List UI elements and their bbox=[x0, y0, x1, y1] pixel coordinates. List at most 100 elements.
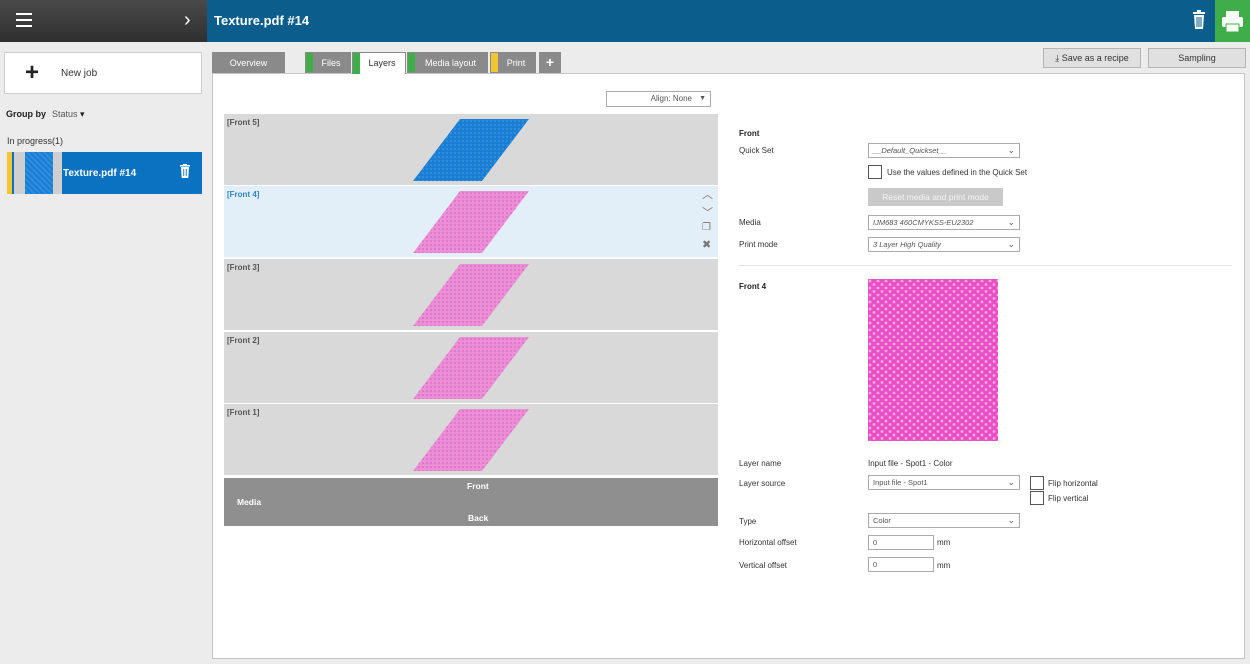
tab-media-layout[interactable]: Media layout bbox=[407, 52, 488, 73]
tab-overview[interactable]: Overview bbox=[212, 52, 285, 73]
vertical-offset-unit: mm bbox=[937, 561, 951, 570]
hamburger-menu-icon[interactable] bbox=[16, 13, 32, 27]
group-by-label: Group by bbox=[6, 109, 46, 119]
media-row[interactable]: Front Media Back bbox=[224, 478, 718, 526]
layer-preview-image bbox=[868, 279, 998, 441]
layer-row-front-2[interactable]: [Front 2] bbox=[224, 332, 718, 404]
print-button[interactable] bbox=[1215, 0, 1250, 42]
quick-set-dropdown[interactable]: __Default_Quickset__ ⌄ bbox=[868, 143, 1020, 158]
horizontal-offset-unit: mm bbox=[937, 538, 951, 547]
type-value: Color bbox=[873, 516, 891, 525]
print-mode-value: 3 Layer High Quality bbox=[873, 240, 941, 249]
tab-label: Media layout bbox=[424, 58, 477, 68]
horizontal-offset-input[interactable]: 0 bbox=[868, 535, 934, 550]
reset-media-button[interactable]: Reset media and print mode bbox=[868, 188, 1003, 206]
chevron-down-icon: ⌄ bbox=[1007, 515, 1015, 525]
tab-label: Files bbox=[321, 58, 341, 68]
status-marker bbox=[408, 53, 415, 72]
page-title: Texture.pdf #14 bbox=[214, 13, 310, 28]
job-sidebar: + New job Group by Status ▾ In progress(1… bbox=[0, 42, 207, 664]
layer-section-heading: Front 4 bbox=[739, 282, 767, 291]
tab-layers[interactable]: Layers bbox=[352, 52, 406, 74]
duplicate-icon[interactable]: ❐ bbox=[702, 222, 711, 233]
tab-label: Overview bbox=[229, 58, 268, 68]
delete-job-icon[interactable] bbox=[1190, 10, 1208, 30]
layer-thumbnail bbox=[413, 119, 529, 181]
sampling-label: Sampling bbox=[1178, 53, 1216, 63]
job-name: Texture.pdf #14 bbox=[63, 168, 137, 179]
move-down-icon[interactable]: ﹀ bbox=[702, 204, 713, 220]
layer-name: [Front 2] bbox=[227, 336, 260, 345]
job-list-item[interactable]: Texture.pdf #14 bbox=[7, 152, 202, 194]
layer-row-front-5[interactable]: [Front 5] bbox=[224, 114, 718, 186]
move-up-icon[interactable]: ︿ bbox=[702, 186, 713, 202]
group-by-value[interactable]: Status bbox=[52, 109, 78, 119]
use-quickset-values-checkbox[interactable] bbox=[868, 165, 882, 179]
quick-set-value: __Default_Quickset__ bbox=[873, 146, 947, 155]
layer-row-front-1[interactable]: [Front 1] bbox=[224, 404, 718, 476]
status-stripe bbox=[7, 152, 12, 194]
layer-thumbnail bbox=[413, 264, 529, 326]
horizontal-offset-value: 0 bbox=[873, 538, 878, 547]
section-divider bbox=[738, 265, 1232, 266]
trash-icon[interactable] bbox=[179, 164, 191, 178]
media-field-label: Media bbox=[739, 218, 761, 227]
media-value: IJM683 460CMYKSS-EU2302 bbox=[873, 218, 974, 227]
layer-row-front-3[interactable]: [Front 3] bbox=[224, 259, 718, 331]
horizontal-offset-label: Horizontal offset bbox=[739, 538, 797, 547]
print-mode-dropdown[interactable]: 3 Layer High Quality ⌄ bbox=[868, 237, 1020, 252]
type-label: Type bbox=[739, 517, 757, 526]
layer-name-label: Layer name bbox=[739, 459, 782, 468]
print-mode-label: Print mode bbox=[739, 240, 778, 249]
chevron-down-icon: ▾ bbox=[77, 109, 85, 119]
tab-label: Layers bbox=[368, 58, 396, 68]
layer-thumbnail bbox=[413, 191, 529, 253]
layer-source-label: Layer source bbox=[739, 479, 786, 488]
vertical-offset-label: Vertical offset bbox=[739, 561, 787, 570]
tab-print[interactable]: Print bbox=[490, 52, 536, 73]
chevron-down-icon: ⌄ bbox=[1007, 477, 1015, 487]
save-as-recipe-button[interactable]: ⤓ Save as a recipe bbox=[1043, 48, 1141, 68]
section-in-progress: In progress(1) bbox=[7, 136, 64, 146]
plus-icon: + bbox=[25, 59, 40, 86]
flip-vertical-checkbox[interactable] bbox=[1030, 491, 1044, 505]
sampling-button[interactable]: Sampling bbox=[1148, 48, 1246, 68]
layer-thumbnail bbox=[413, 337, 529, 399]
top-header-bar bbox=[207, 0, 1250, 42]
chevron-down-icon: ⌄ bbox=[1007, 239, 1015, 249]
type-dropdown[interactable]: Color ⌄ bbox=[868, 513, 1020, 528]
layer-row-front-4[interactable]: [Front 4] ︿ ﹀ ❐ ✖ bbox=[224, 186, 718, 258]
layer-thumbnail bbox=[413, 409, 529, 471]
tab-label: Print bbox=[506, 58, 526, 68]
tab-files[interactable]: Files bbox=[305, 52, 351, 73]
new-job-label: New job bbox=[61, 68, 98, 79]
flip-vertical-label: Flip vertical bbox=[1048, 494, 1089, 503]
use-quickset-values-label: Use the values defined in the Quick Set bbox=[887, 168, 1028, 177]
save-as-recipe-label: Save as a recipe bbox=[1061, 53, 1129, 63]
delete-layer-icon[interactable]: ✖ bbox=[702, 238, 711, 251]
vertical-offset-input[interactable]: 0 bbox=[868, 557, 934, 572]
flip-horizontal-label: Flip horizontal bbox=[1048, 479, 1098, 488]
layer-source-value: Input file - Spot1 bbox=[873, 478, 928, 487]
align-dropdown[interactable]: Align: None ▼ bbox=[606, 91, 711, 107]
layer-name: [Front 1] bbox=[227, 408, 260, 417]
layer-source-dropdown[interactable]: Input file - Spot1 ⌄ bbox=[868, 475, 1020, 490]
chevron-right-icon[interactable]: › bbox=[184, 9, 191, 31]
new-job-button[interactable]: + New job bbox=[4, 52, 202, 94]
chevron-down-icon: ⌄ bbox=[1007, 217, 1015, 227]
flip-horizontal-checkbox[interactable] bbox=[1030, 476, 1044, 490]
media-front-label: Front bbox=[467, 481, 489, 491]
vertical-offset-value: 0 bbox=[873, 560, 878, 569]
layer-name: [Front 3] bbox=[227, 263, 260, 272]
group-by-control[interactable]: Group by Status ▾ bbox=[6, 109, 85, 120]
layer-name: [Front 4] bbox=[227, 190, 260, 199]
status-marker bbox=[491, 53, 498, 72]
status-marker bbox=[353, 53, 360, 74]
media-back-label: Back bbox=[468, 513, 489, 523]
media-label: Media bbox=[237, 497, 262, 507]
add-tab-button[interactable]: + bbox=[539, 52, 561, 73]
reset-label: Reset media and print mode bbox=[882, 192, 989, 202]
layer-name: [Front 5] bbox=[227, 118, 260, 127]
media-dropdown[interactable]: IJM683 460CMYKSS-EU2302 ⌄ bbox=[868, 215, 1020, 230]
plus-icon: + bbox=[545, 54, 555, 70]
